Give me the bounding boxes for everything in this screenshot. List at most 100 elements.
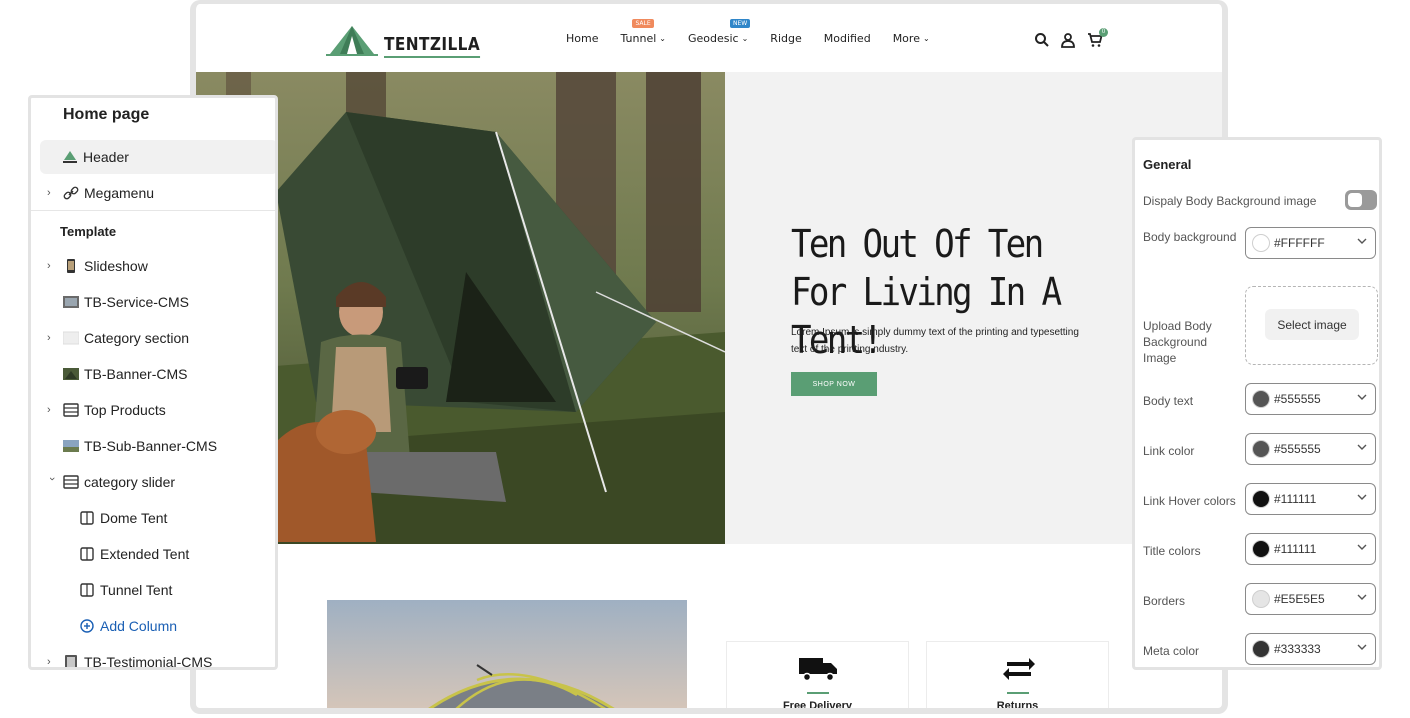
chevron-right-icon[interactable]: › (47, 332, 57, 344)
upload-label: Upload Body Background Image (1143, 319, 1212, 365)
section-category-slider[interactable]: › category slider (31, 465, 275, 499)
section-header[interactable]: Header (40, 140, 275, 174)
select-image-button[interactable]: Select image (1265, 309, 1359, 340)
section-testimonial-cms[interactable]: › TB-Testimonial-CMS (31, 645, 275, 667)
sale-badge: SALE (632, 19, 654, 28)
section-label: Slideshow (84, 258, 148, 274)
meta-color-select[interactable]: #333333 (1245, 633, 1376, 665)
nav-tunnel[interactable]: Tunnel ⌄ SALE (620, 19, 666, 45)
section-category[interactable]: › Category section (31, 321, 275, 355)
section-label: TB-Sub-Banner-CMS (84, 438, 218, 454)
chevron-right-icon[interactable]: › (47, 187, 57, 199)
section-label: category slider (84, 474, 176, 490)
shop-now-button[interactable]: SHOP NOW (791, 372, 877, 396)
section-label: Megamenu (84, 185, 155, 201)
settings-panel: General Dispaly Body Background image Bo… (1132, 137, 1382, 670)
border-color-select[interactable]: #E5E5E5 (1245, 583, 1376, 615)
link-color-select[interactable]: #555555 (1245, 433, 1376, 465)
phone-thumb-icon (65, 655, 77, 667)
chevron-down-icon (1357, 644, 1367, 650)
chevron-right-icon[interactable]: › (47, 656, 57, 667)
body-text-select[interactable]: #555555 (1245, 383, 1376, 415)
title-color-select[interactable]: #111111 (1245, 533, 1376, 565)
site-logo[interactable]: TENTZILLA (326, 24, 497, 58)
chevron-down-icon (1357, 494, 1367, 500)
section-label: TB-Service-CMS (84, 294, 190, 310)
add-circle-icon (80, 619, 94, 633)
section-banner-cms[interactable]: TB-Banner-CMS (31, 357, 275, 391)
nav-modified-label: Modified (823, 32, 871, 45)
main-nav: Home Tunnel ⌄ SALE Geodesic ⌄ NEW Ridge … (566, 19, 952, 45)
return-icon (1003, 658, 1035, 680)
add-column-button[interactable]: Add Column (31, 609, 275, 643)
chevron-down-icon (1357, 394, 1367, 400)
divider (31, 210, 275, 211)
color-swatch (1252, 640, 1270, 658)
color-value: #333333 (1274, 642, 1321, 656)
feature-card-delivery: Free Delivery (726, 641, 909, 708)
feature-underline (1007, 692, 1029, 694)
phone-thumb-icon (67, 259, 75, 273)
body-background-select[interactable]: #FFFFFF (1245, 227, 1376, 259)
color-label: Borders (1143, 594, 1186, 608)
chevron-down-icon[interactable]: › (46, 477, 58, 487)
section-service-cms[interactable]: TB-Service-CMS (31, 285, 275, 319)
section-megamenu[interactable]: › Megamenu (31, 176, 275, 210)
nav-geodesic-label: Geodesic (687, 32, 739, 45)
color-label: Link color (1143, 444, 1195, 458)
section-slideshow[interactable]: › Slideshow (31, 249, 275, 283)
image-thumb-icon (63, 440, 79, 452)
link-hover-color-select[interactable]: #111111 (1245, 483, 1376, 515)
feature-underline (807, 692, 829, 694)
nav-geodesic[interactable]: Geodesic ⌄ NEW (687, 19, 751, 45)
image-thumb-icon (63, 296, 79, 308)
column-icon (80, 547, 94, 561)
chevron-right-icon[interactable]: › (47, 260, 57, 272)
cart-count-badge: 0 (1099, 28, 1108, 37)
hero-description: Lorem Ipsum is simply dummy text of the … (791, 327, 1079, 355)
color-swatch (1252, 590, 1270, 608)
color-value: #555555 (1274, 442, 1321, 456)
nav-home[interactable]: Home (566, 32, 598, 45)
link-icon (63, 186, 79, 200)
chevron-down-icon (1357, 544, 1367, 550)
user-icon[interactable] (1060, 32, 1076, 48)
column-icon (80, 511, 94, 525)
template-heading: Template (60, 224, 117, 239)
chevron-right-icon[interactable]: › (47, 404, 57, 416)
color-swatch (1252, 490, 1270, 508)
block-dome-tent[interactable]: Dome Tent (31, 501, 275, 535)
nav-more[interactable]: More ⌄ (893, 32, 930, 45)
color-value: #FFFFFF (1274, 236, 1325, 250)
block-tunnel-tent[interactable]: Tunnel Tent (31, 573, 275, 607)
section-top-products[interactable]: › Top Products (31, 393, 275, 427)
search-icon[interactable] (1034, 32, 1050, 48)
image-thumb-icon (63, 368, 79, 380)
nav-modified[interactable]: Modified (824, 32, 871, 45)
add-column-label: Add Column (100, 618, 178, 634)
tent-logo-icon (326, 26, 378, 56)
nav-ridge[interactable]: Ridge (770, 32, 801, 45)
nav-tunnel-label: Tunnel (620, 32, 657, 45)
chevron-down-icon (1357, 594, 1367, 600)
section-label: Category section (84, 330, 190, 346)
section-label: Top Products (84, 402, 166, 418)
nav-more-label: More (892, 32, 920, 45)
color-swatch (1252, 390, 1270, 408)
toggle-label: Dispaly Body Background image (1143, 194, 1317, 208)
color-label: Link Hover colors (1143, 494, 1236, 508)
block-extended-tent[interactable]: Extended Tent (31, 537, 275, 571)
site-header: TENTZILLA Home Tunnel ⌄ SALE Geodesic ⌄ … (196, 4, 1222, 72)
color-label: Body text (1143, 394, 1194, 408)
body-bg-image-toggle[interactable] (1345, 190, 1377, 210)
panel-title: Home page (63, 106, 150, 123)
chevron-down-icon: ⌄ (659, 34, 666, 43)
grid-icon (63, 403, 79, 417)
block-label: Extended Tent (100, 546, 190, 562)
color-value: #555555 (1274, 392, 1321, 406)
section-sub-banner-cms[interactable]: TB-Sub-Banner-CMS (31, 429, 275, 463)
image-upload-area[interactable]: Select image (1245, 286, 1378, 365)
logo-text: TENTZILLA (384, 34, 481, 58)
toggle-knob (1348, 193, 1362, 207)
chevron-down-icon (1357, 444, 1367, 450)
